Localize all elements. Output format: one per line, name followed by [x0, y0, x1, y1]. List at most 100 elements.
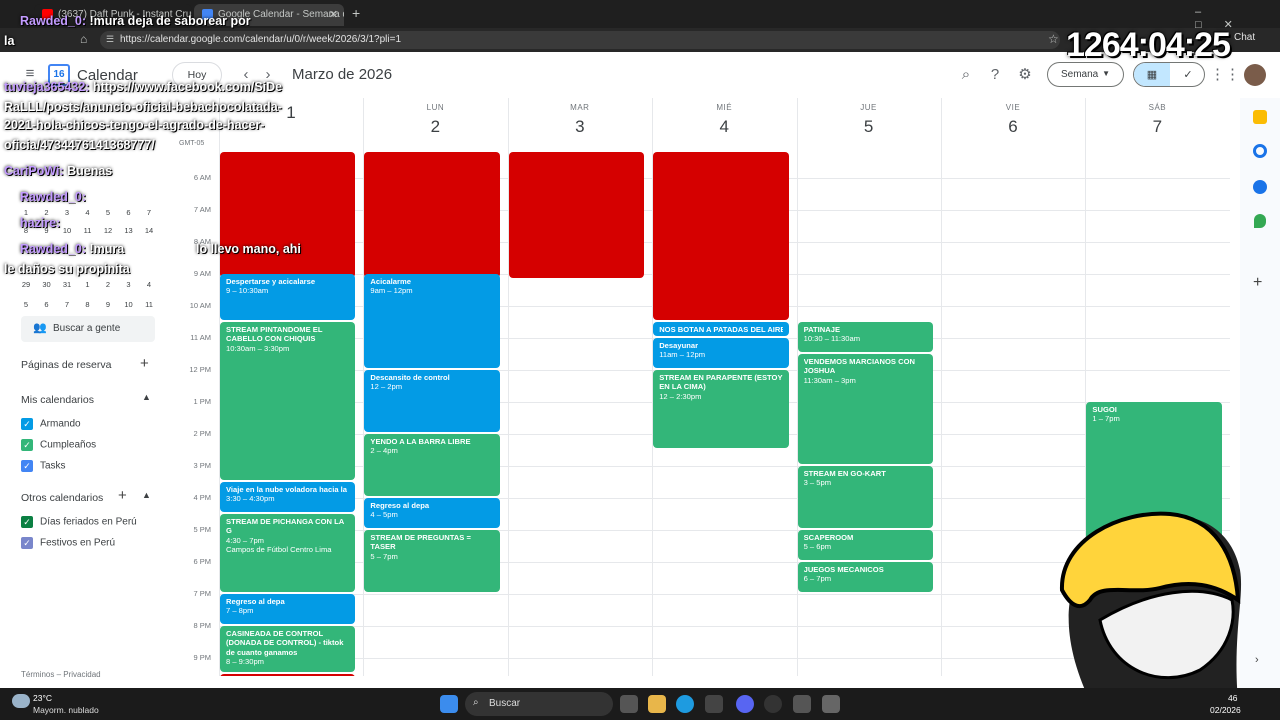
- add-booking-page-icon[interactable]: +: [140, 355, 149, 372]
- file-explorer-icon[interactable]: [648, 695, 666, 713]
- search-people-input[interactable]: 👥 Buscar a gente: [21, 316, 155, 342]
- close-tab-icon[interactable]: ✕: [329, 8, 338, 21]
- app-icon[interactable]: [705, 695, 723, 713]
- checkbox-icon[interactable]: ✓: [21, 516, 33, 528]
- checkbox-icon[interactable]: ✓: [21, 439, 33, 451]
- clock-date[interactable]: 02/2026: [1210, 705, 1241, 715]
- calendar-item-tasks[interactable]: ✓ Tasks: [21, 460, 66, 476]
- search-icon[interactable]: ⌕: [954, 63, 978, 87]
- collapse-chevron-icon[interactable]: ▲: [142, 392, 151, 402]
- calendar-event[interactable]: [653, 152, 789, 320]
- site-info-icon[interactable]: ☰: [106, 34, 114, 45]
- discord-icon[interactable]: [736, 695, 754, 713]
- mini-calendar-day[interactable]: 5: [18, 300, 34, 309]
- mini-calendar-day[interactable]: 12: [100, 226, 116, 235]
- checkbox-icon[interactable]: ✓: [21, 537, 33, 549]
- calendar-event[interactable]: STREAM DE PICHANGA CON LA G 4:30 – 7pm Cam…: [220, 513, 356, 592]
- calendar-item-feriados[interactable]: ✓ Días feriados en Perú: [21, 516, 137, 532]
- mini-calendar-day[interactable]: 31: [59, 280, 75, 289]
- calendar-event[interactable]: Regreso al depa 4 – 5pm: [364, 497, 500, 528]
- day-header[interactable]: MIÉ 4: [652, 98, 796, 137]
- mini-calendar-day[interactable]: 8: [80, 300, 96, 309]
- mini-calendar-day[interactable]: 13: [121, 226, 137, 235]
- settings-icon[interactable]: [793, 695, 811, 713]
- tasks-view-icon[interactable]: ✓: [1170, 63, 1204, 86]
- weather-desc[interactable]: Mayorm. nublado: [33, 705, 99, 715]
- day-header[interactable]: JUE 5: [797, 98, 941, 137]
- bookmark-star-icon[interactable]: ☆: [1048, 32, 1059, 46]
- add-addon-icon[interactable]: +: [1253, 274, 1262, 292]
- day-number[interactable]: 4: [652, 117, 796, 137]
- mini-calendar-day[interactable]: 7: [59, 300, 75, 309]
- checkbox-icon[interactable]: ✓: [21, 460, 33, 472]
- day-number[interactable]: 7: [1085, 117, 1229, 137]
- start-windows-icon[interactable]: [440, 695, 458, 713]
- calendar-event[interactable]: [220, 152, 356, 278]
- app-icon[interactable]: [822, 695, 840, 713]
- avatar[interactable]: [1244, 64, 1266, 86]
- day-header[interactable]: MAR 3: [508, 98, 652, 137]
- calendar-event[interactable]: STREAM DE PREGUNTAS = TASER 5 – 7pm: [364, 529, 500, 592]
- day-header[interactable]: SÁB 7: [1085, 98, 1229, 137]
- calendar-event[interactable]: SCAPEROOM 5 – 6pm: [797, 529, 933, 560]
- tasks-icon[interactable]: [1253, 144, 1267, 158]
- calendar-item-festivos[interactable]: ✓ Festivos en Perú: [21, 537, 115, 553]
- calendar-event[interactable]: STREAM EN GO-KART 3 – 5pm: [797, 465, 933, 528]
- help-icon[interactable]: ?: [983, 63, 1007, 87]
- calendar-event[interactable]: Desayunar 11am – 12pm: [653, 337, 789, 368]
- collapse-chevron-icon[interactable]: ▲: [142, 490, 151, 500]
- mini-calendar-day[interactable]: 4: [141, 280, 157, 289]
- day-header[interactable]: VIE 6: [941, 98, 1085, 137]
- mini-calendar-day[interactable]: 9: [100, 300, 116, 309]
- day-number[interactable]: 6: [941, 117, 1085, 137]
- home-icon[interactable]: ⌂: [80, 32, 87, 46]
- calendar-event[interactable]: PATINAJE 10:30 – 11:30am: [797, 321, 933, 352]
- calendar-event[interactable]: [508, 152, 645, 278]
- apps-grid-icon[interactable]: ⋮⋮: [1210, 63, 1240, 87]
- mini-calendar-day[interactable]: 29: [18, 280, 34, 289]
- mini-calendar-day[interactable]: 6: [39, 300, 55, 309]
- my-calendars-heading[interactable]: Mis calendarios: [21, 394, 94, 406]
- mini-calendar-day[interactable]: 1: [80, 280, 96, 289]
- calendar-event[interactable]: JUEGOS MECANICOS 6 – 7pm: [797, 561, 933, 592]
- day-number[interactable]: 3: [508, 117, 652, 137]
- calendar-event[interactable]: Descansito de control 12 – 2pm: [364, 369, 500, 432]
- calendar-item-armando[interactable]: ✓ Armando: [21, 418, 81, 434]
- calendar-event[interactable]: Acicalarme 9am – 12pm: [364, 273, 500, 368]
- calendar-event[interactable]: NOS BOTAN A PATADAS DEL AIRB: [653, 321, 789, 336]
- mini-calendar-day[interactable]: 30: [39, 280, 55, 289]
- day-number[interactable]: 2: [363, 117, 507, 137]
- chat-button[interactable]: Chat: [1234, 32, 1274, 48]
- calendar-event[interactable]: VENDEMOS MARCIANOS CON JOSHUA 11:30am – 3…: [797, 353, 933, 464]
- mini-calendar-day[interactable]: 3: [121, 280, 137, 289]
- contacts-icon[interactable]: [1253, 180, 1267, 194]
- keep-icon[interactable]: [1253, 110, 1267, 124]
- settings-gear-icon[interactable]: ⚙: [1013, 63, 1037, 87]
- mini-calendar-day[interactable]: 14: [141, 226, 157, 235]
- calendar-event[interactable]: CASINEADA DE CONTROL (DONADA DE CONTROL)…: [220, 625, 356, 672]
- mini-calendar-day[interactable]: 3: [59, 208, 75, 217]
- edge-icon[interactable]: [676, 695, 694, 713]
- mini-calendar-day[interactable]: 11: [141, 300, 157, 309]
- task-view-icon[interactable]: [620, 695, 638, 713]
- url-field[interactable]: ☰ https://calendar.google.com/calendar/u…: [100, 31, 1060, 49]
- day-header[interactable]: LUN 2: [363, 98, 507, 137]
- calendar-tasks-toggle[interactable]: ▦ ✓: [1133, 62, 1205, 87]
- calendar-event[interactable]: STREAM EN PARAPENTE (ESTOY EN LA CIMA) 12…: [653, 369, 789, 448]
- mini-calendar-day[interactable]: 10: [121, 300, 137, 309]
- other-calendars-heading[interactable]: Otros calendarios: [21, 492, 103, 504]
- add-calendar-icon[interactable]: +: [118, 487, 127, 504]
- chrome-icon[interactable]: [764, 695, 782, 713]
- mini-calendar-day[interactable]: 2: [100, 280, 116, 289]
- checkbox-icon[interactable]: ✓: [21, 418, 33, 430]
- day-number[interactable]: 5: [797, 117, 941, 137]
- calendar-event[interactable]: Regreso al depa 7 – 8pm: [220, 593, 356, 624]
- mini-calendar-day[interactable]: 7: [141, 208, 157, 217]
- view-select[interactable]: Semana ▼: [1047, 62, 1124, 87]
- calendar-event[interactable]: STREAM PINTANDOME EL CABELLO CON CHIQUIS…: [220, 321, 356, 480]
- mini-calendar-day[interactable]: 10: [59, 226, 75, 235]
- weather-temp[interactable]: 23°C: [33, 693, 52, 703]
- calendar-event[interactable]: Despertarse y acicalarse 9 – 10:30am: [220, 273, 356, 320]
- mini-calendar-day[interactable]: 11: [80, 226, 96, 235]
- calendar-event[interactable]: YENDO A LA BARRA LIBRE 2 – 4pm: [364, 433, 500, 496]
